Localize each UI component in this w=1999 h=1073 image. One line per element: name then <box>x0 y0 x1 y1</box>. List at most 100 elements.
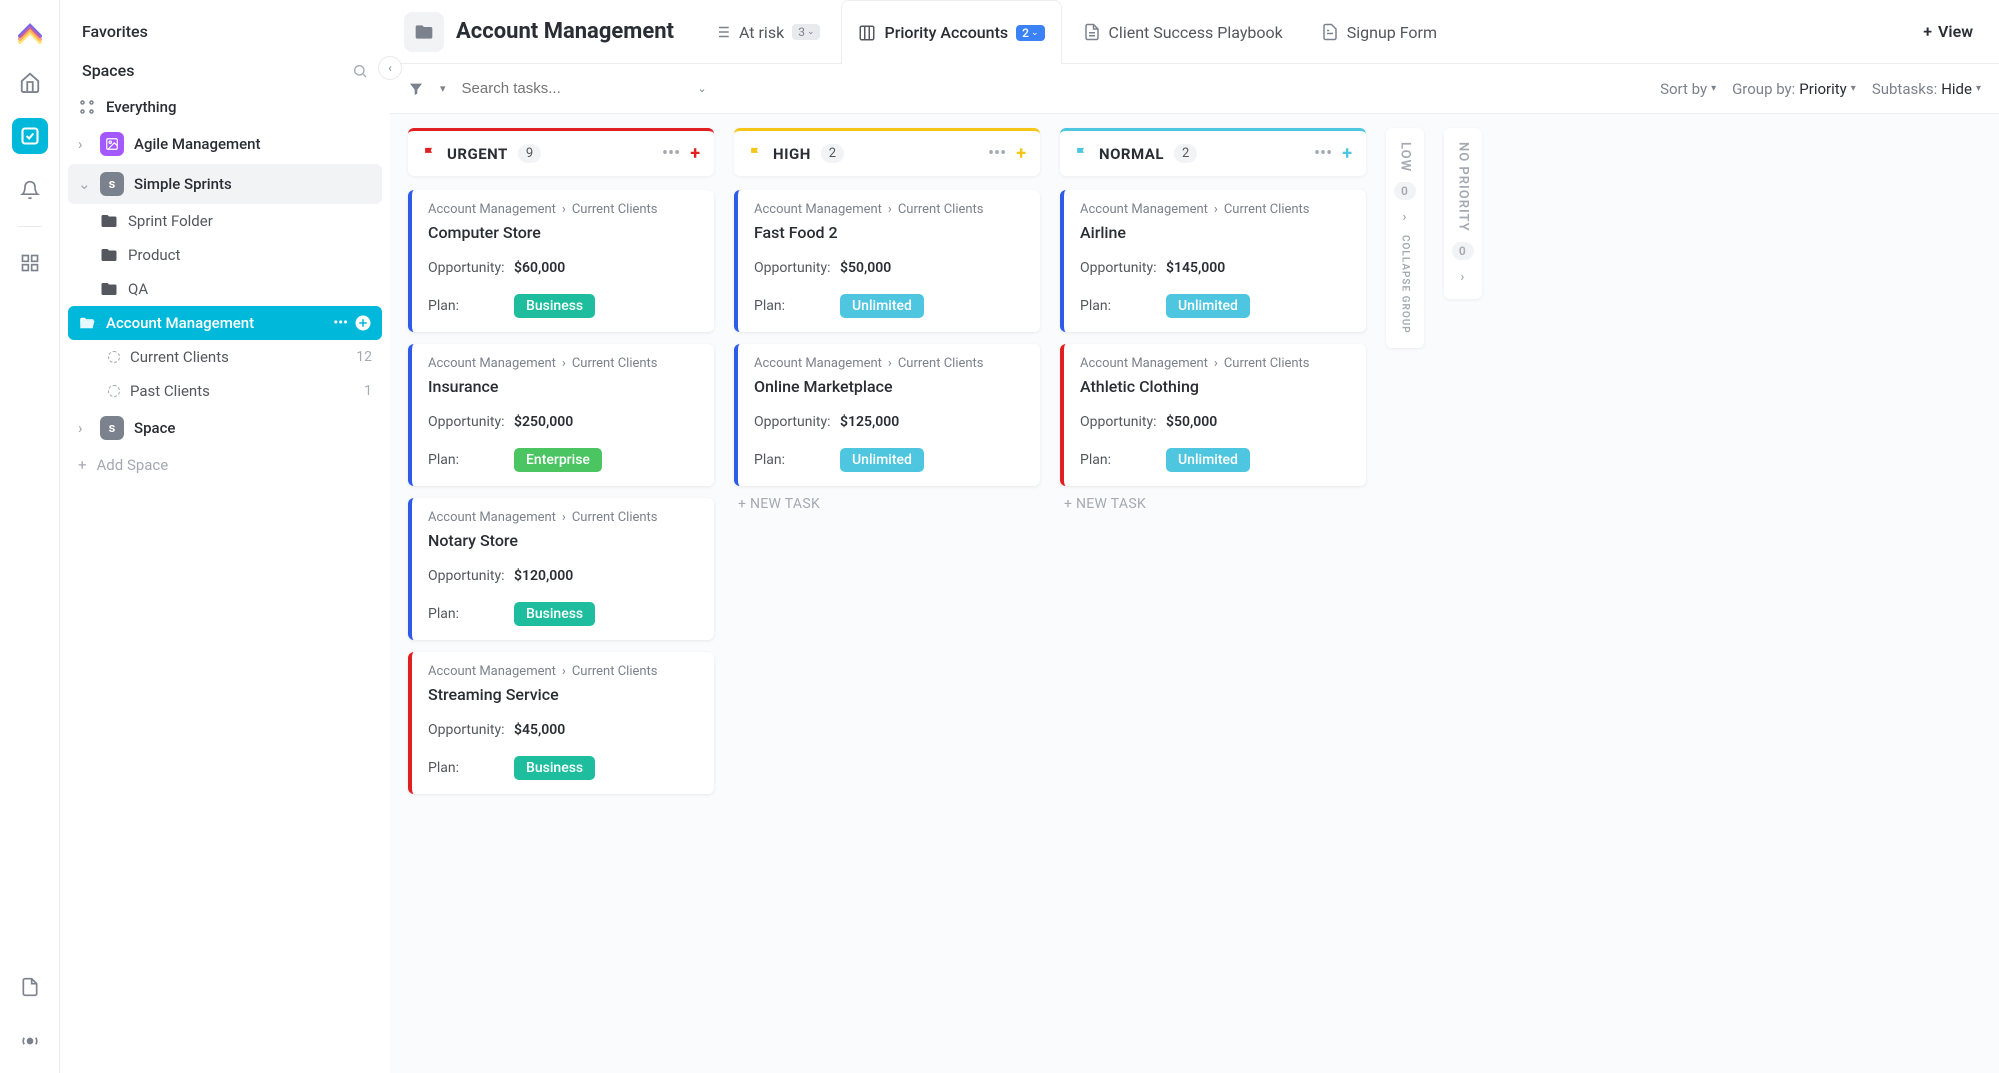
apps-icon[interactable] <box>12 245 48 281</box>
plus-icon: + <box>1923 22 1932 41</box>
task-card[interactable]: Account Management›Current Clients Athle… <box>1060 344 1366 486</box>
task-card[interactable]: Account Management›Current Clients Fast … <box>734 190 1040 332</box>
column-count: 0 <box>1394 182 1416 200</box>
app-logo[interactable] <box>14 14 46 46</box>
tab-at-risk[interactable]: At risk 3⌄ <box>696 0 837 64</box>
doc-icon <box>1083 23 1101 41</box>
flag-icon <box>748 146 763 161</box>
more-icon[interactable]: ••• <box>333 315 348 331</box>
chevron-down-icon[interactable]: ⌄ <box>698 82 707 95</box>
card-title: Athletic Clothing <box>1080 377 1350 396</box>
plan-badge: Business <box>514 294 595 318</box>
tasks-icon[interactable] <box>12 118 48 154</box>
notifications-icon[interactable] <box>12 172 48 208</box>
collapse-label: COLLAPSE GROUP <box>1399 235 1410 334</box>
card-title: Insurance <box>428 377 698 396</box>
task-card[interactable]: Account Management›Current Clients Strea… <box>408 652 714 794</box>
sort-by-button[interactable]: Sort by ▾ <box>1660 80 1716 98</box>
field-label: Opportunity: <box>428 722 514 738</box>
field-label: Plan: <box>428 298 514 314</box>
board-icon <box>858 24 876 42</box>
field-label: Plan: <box>428 452 514 468</box>
new-task-button[interactable]: + NEW TASK <box>1060 486 1366 522</box>
page-title: Account Management <box>456 19 674 44</box>
card-title: Notary Store <box>428 531 698 550</box>
sidebar-everything[interactable]: Everything <box>68 90 382 124</box>
field-value: $125,000 <box>840 414 899 430</box>
sidebar-item-agile[interactable]: › Agile Management <box>68 124 382 164</box>
task-card[interactable]: Account Management›Current Clients Insur… <box>408 344 714 486</box>
column-count: 2 <box>1174 144 1197 163</box>
sidebar-item-account-management[interactable]: Account Management ••• <box>68 306 382 340</box>
card-title: Fast Food 2 <box>754 223 1024 242</box>
task-card[interactable]: Account Management›Current Clients Airli… <box>1060 190 1366 332</box>
tab-badge: 2⌄ <box>1016 25 1044 41</box>
card-title: Streaming Service <box>428 685 698 704</box>
sidebar-item-space[interactable]: › s Space <box>68 408 382 448</box>
chevron-right-icon: › <box>78 419 90 437</box>
plus-icon: + <box>78 456 87 474</box>
space-icon <box>100 132 124 156</box>
new-task-button[interactable]: + NEW TASK <box>734 486 1040 522</box>
sidebar-item-qa[interactable]: QA <box>68 272 382 306</box>
collapse-sidebar-button[interactable]: ‹ <box>378 56 402 80</box>
filter-icon[interactable] <box>408 81 424 97</box>
add-space-button[interactable]: + Add Space <box>68 448 382 482</box>
sidebar-sub-past-clients[interactable]: Past Clients 1 <box>68 374 382 408</box>
folder-icon <box>100 246 118 264</box>
search-icon[interactable] <box>352 63 368 79</box>
tab-signup-form[interactable]: Signup Form <box>1304 0 1454 64</box>
task-card[interactable]: Account Management›Current Clients Onlin… <box>734 344 1040 486</box>
more-icon[interactable]: ••• <box>662 143 680 164</box>
sidebar: ‹ Favorites Spaces Everything › Agile Ma… <box>60 0 390 1073</box>
sidebar-item-product[interactable]: Product <box>68 238 382 272</box>
record-icon[interactable] <box>12 1023 48 1059</box>
field-value: $120,000 <box>514 568 573 584</box>
spaces-section[interactable]: Spaces <box>68 51 382 90</box>
field-value: $145,000 <box>1166 260 1225 276</box>
add-view-button[interactable]: + View <box>1911 14 1985 49</box>
collapsed-column[interactable]: NO PRIORITY0› <box>1444 128 1482 299</box>
chevron-down-icon[interactable]: ▾ <box>440 82 446 95</box>
card-breadcrumb: Account Management›Current Clients <box>428 510 698 525</box>
column-count: 0 <box>1452 242 1474 260</box>
group-by-button[interactable]: Group by: Priority ▾ <box>1732 80 1856 98</box>
add-task-icon[interactable]: + <box>1342 143 1352 164</box>
field-value: $45,000 <box>514 722 565 738</box>
tab-client-success[interactable]: Client Success Playbook <box>1066 0 1300 64</box>
favorites-section[interactable]: Favorites <box>68 12 382 51</box>
search-input[interactable] <box>462 80 682 97</box>
add-task-icon[interactable]: + <box>1016 143 1026 164</box>
left-rail <box>0 0 60 1073</box>
folder-icon <box>100 212 118 230</box>
field-value: $60,000 <box>514 260 565 276</box>
home-icon[interactable] <box>12 64 48 100</box>
field-value: $50,000 <box>1166 414 1217 430</box>
sidebar-item-sprint-folder[interactable]: Sprint Folder <box>68 204 382 238</box>
chevron-down-icon: ⌄ <box>78 175 90 193</box>
task-card[interactable]: Account Management›Current Clients Compu… <box>408 190 714 332</box>
subtasks-button[interactable]: Subtasks: Hide ▾ <box>1872 80 1981 98</box>
chevron-right-icon: › <box>78 135 90 153</box>
task-card[interactable]: Account Management›Current Clients Notar… <box>408 498 714 640</box>
more-icon[interactable]: ••• <box>988 143 1006 164</box>
field-label: Plan: <box>428 606 514 622</box>
column-header[interactable]: HIGH 2 ••• + <box>734 128 1040 176</box>
field-label: Plan: <box>1080 452 1166 468</box>
add-icon[interactable] <box>354 314 372 332</box>
folder-icon <box>404 12 444 52</box>
docs-icon[interactable] <box>12 969 48 1005</box>
sidebar-item-simple-sprints[interactable]: ⌄ s Simple Sprints <box>68 164 382 204</box>
board-column: HIGH 2 ••• + Account Management›Current … <box>734 128 1040 522</box>
add-task-icon[interactable]: + <box>690 143 700 164</box>
tab-priority-accounts[interactable]: Priority Accounts 2⌄ <box>841 0 1061 64</box>
collapsed-column[interactable]: LOW0›COLLAPSE GROUP <box>1386 128 1424 348</box>
column-header[interactable]: NORMAL 2 ••• + <box>1060 128 1366 176</box>
column-header[interactable]: URGENT 9 ••• + <box>408 128 714 176</box>
toolbar: ▾ ⌄ Sort by ▾ Group by: Priority ▾ Subta… <box>390 64 1999 114</box>
main: Account Management At risk 3⌄ Priority A… <box>390 0 1999 1073</box>
sidebar-sub-current-clients[interactable]: Current Clients 12 <box>68 340 382 374</box>
field-value: $50,000 <box>840 260 891 276</box>
field-label: Opportunity: <box>754 260 840 276</box>
more-icon[interactable]: ••• <box>1314 143 1332 164</box>
